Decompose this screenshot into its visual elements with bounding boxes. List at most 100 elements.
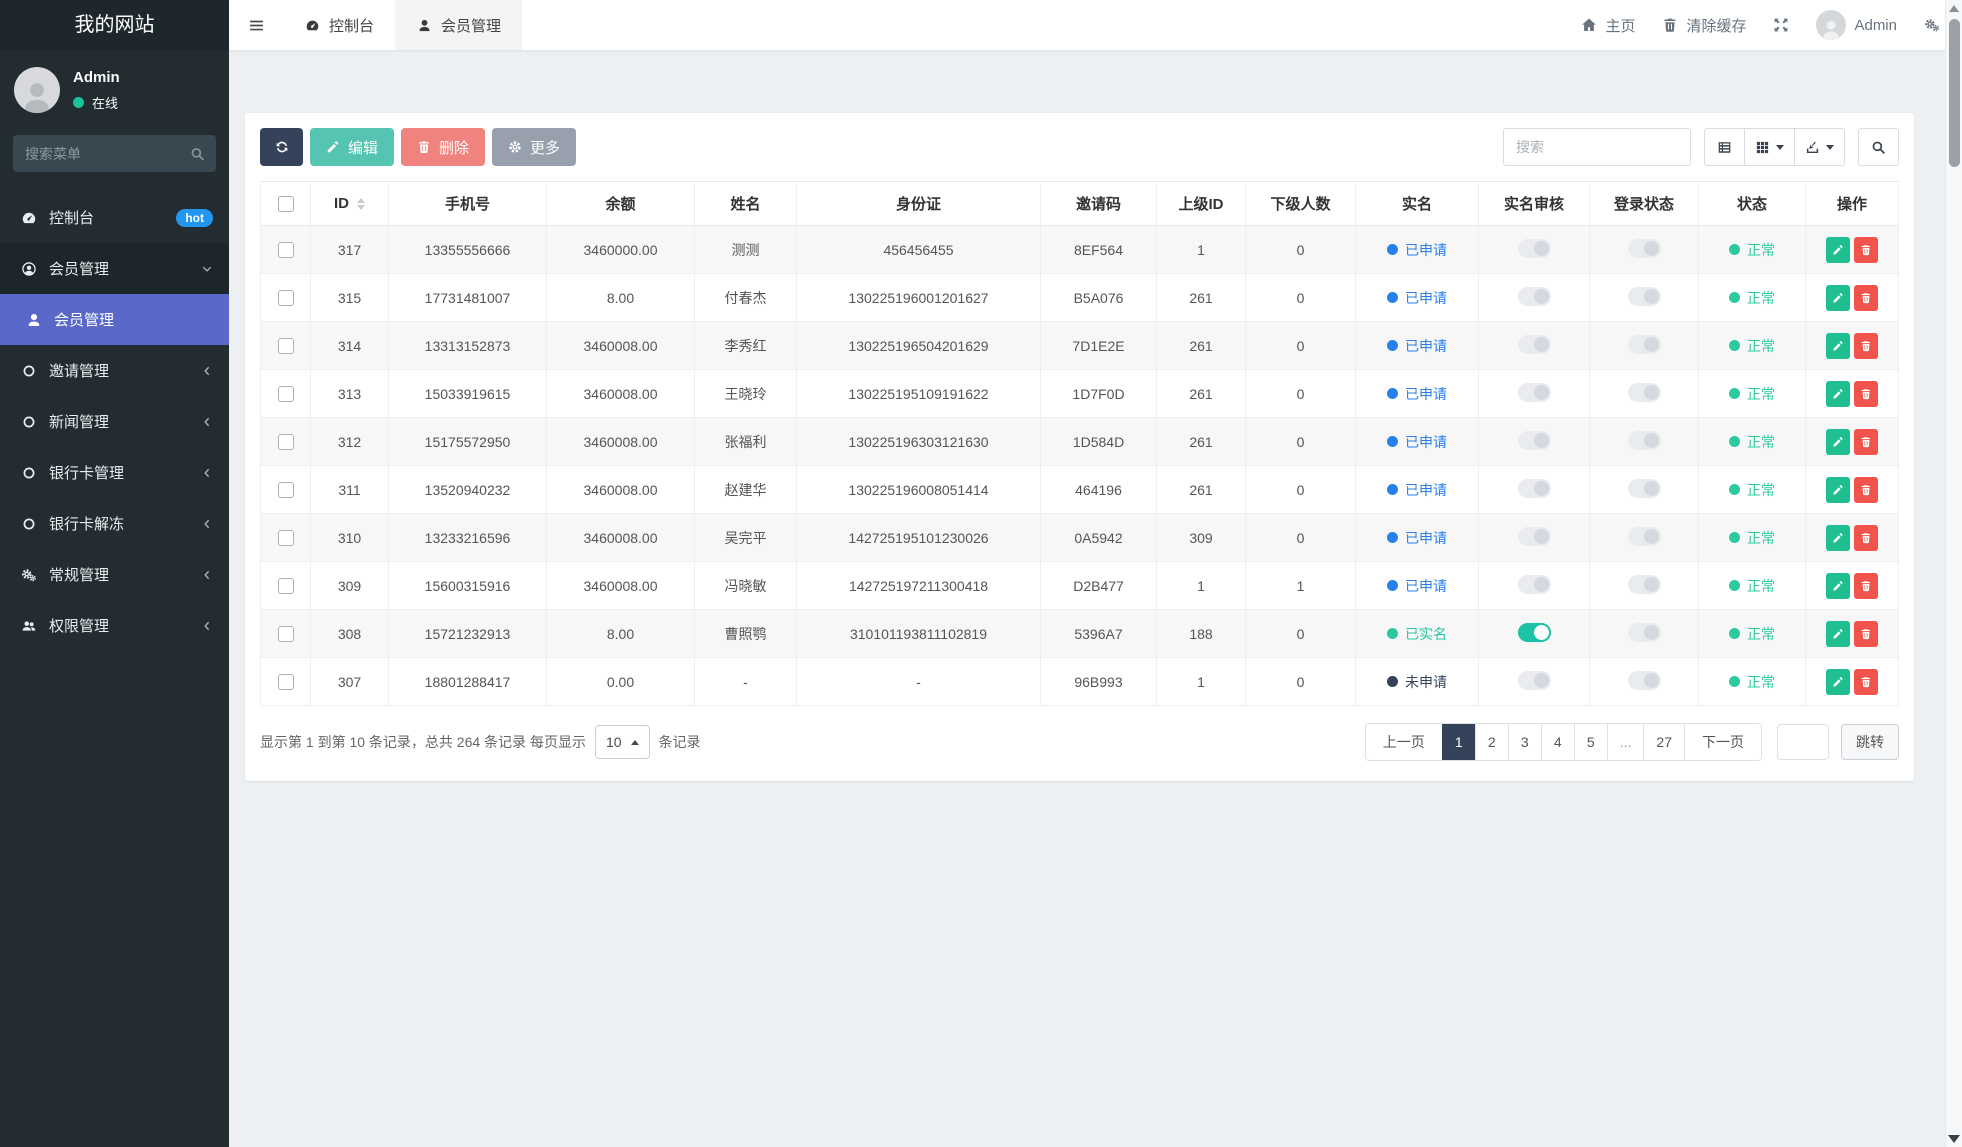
vertical-scrollbar[interactable]: [1945, 0, 1962, 1147]
more-button[interactable]: 更多: [492, 128, 576, 166]
delete-row-button[interactable]: [1854, 237, 1878, 263]
page-button-2[interactable]: 2: [1475, 724, 1508, 760]
real-name-audit-toggle[interactable]: [1518, 239, 1551, 258]
page-button-5[interactable]: 5: [1574, 724, 1607, 760]
row-checkbox[interactable]: [278, 386, 294, 402]
tab-members[interactable]: 会员管理: [395, 0, 522, 50]
sidebar-item-news[interactable]: 新闻管理: [0, 396, 229, 447]
prev-page-button[interactable]: 上一页: [1366, 724, 1442, 760]
select-all-checkbox[interactable]: [278, 196, 294, 212]
jump-button[interactable]: 跳转: [1841, 724, 1899, 760]
row-checkbox[interactable]: [278, 434, 294, 450]
real-name-audit-toggle[interactable]: [1518, 287, 1551, 306]
jump-page-input[interactable]: [1777, 724, 1829, 760]
delete-row-button[interactable]: [1854, 669, 1878, 695]
real-name-audit-toggle[interactable]: [1518, 335, 1551, 354]
sidebar-menu: 控制台hot会员管理会员管理邀请管理新闻管理银行卡管理银行卡解冻常规管理权限管理: [0, 192, 229, 651]
next-page-button[interactable]: 下一页: [1684, 724, 1761, 760]
columns-button[interactable]: [1745, 128, 1795, 166]
page-button-3[interactable]: 3: [1508, 724, 1541, 760]
scroll-down-icon[interactable]: [1948, 1135, 1960, 1143]
column-header[interactable]: ID: [311, 182, 389, 226]
delete-button[interactable]: 删除: [401, 128, 485, 166]
page-button-4[interactable]: 4: [1541, 724, 1574, 760]
login-status-toggle[interactable]: [1628, 575, 1661, 594]
refresh-button[interactable]: [260, 128, 303, 166]
delete-row-button[interactable]: [1854, 285, 1878, 311]
login-status-toggle[interactable]: [1628, 527, 1661, 546]
row-checkbox[interactable]: [278, 482, 294, 498]
delete-row-button[interactable]: [1854, 333, 1878, 359]
row-checkbox[interactable]: [278, 626, 294, 642]
real-name-audit-toggle[interactable]: [1518, 575, 1551, 594]
edit-row-button[interactable]: [1826, 333, 1850, 359]
chevron-left-icon: [201, 518, 213, 530]
sidebar-toggle-button[interactable]: [229, 0, 283, 50]
status-dot-icon: [1729, 436, 1740, 447]
delete-row-button[interactable]: [1854, 525, 1878, 551]
login-status-toggle[interactable]: [1628, 623, 1661, 642]
real-name-audit-toggle[interactable]: [1518, 431, 1551, 450]
search-submit-button[interactable]: [1858, 128, 1899, 166]
delete-row-button[interactable]: [1854, 477, 1878, 503]
edit-row-button[interactable]: [1826, 621, 1850, 647]
page-size-select[interactable]: 10: [595, 725, 650, 759]
row-checkbox[interactable]: [278, 290, 294, 306]
edit-row-button[interactable]: [1826, 237, 1850, 263]
row-checkbox[interactable]: [278, 530, 294, 546]
tab-console[interactable]: 控制台: [283, 0, 395, 50]
real-name-audit-toggle[interactable]: [1518, 671, 1551, 690]
delete-row-button[interactable]: [1854, 429, 1878, 455]
edit-row-button[interactable]: [1826, 477, 1850, 503]
edit-row-button[interactable]: [1826, 525, 1850, 551]
user-menu[interactable]: Admin: [1816, 10, 1897, 40]
detail-view-button[interactable]: [1704, 128, 1745, 166]
sidebar-item-bank-unfreeze[interactable]: 银行卡解冻: [0, 498, 229, 549]
menu-search-input[interactable]: [13, 135, 216, 172]
row-checkbox[interactable]: [278, 242, 294, 258]
sidebar-item-members-group[interactable]: 会员管理: [0, 243, 229, 294]
login-status-toggle[interactable]: [1628, 287, 1661, 306]
scrollbar-thumb[interactable]: [1949, 19, 1960, 167]
row-checkbox[interactable]: [278, 578, 294, 594]
login-status-toggle[interactable]: [1628, 479, 1661, 498]
table-header-row: ID手机号余额姓名身份证邀请码上级ID下级人数实名实名审核登录状态状态操作: [261, 182, 1899, 226]
fullscreen-button[interactable]: [1773, 17, 1789, 33]
edit-button[interactable]: 编辑: [310, 128, 394, 166]
login-status-toggle[interactable]: [1628, 671, 1661, 690]
sidebar-item-permissions[interactable]: 权限管理: [0, 600, 229, 651]
sidebar-item-members[interactable]: 会员管理: [0, 294, 229, 345]
sidebar-item-console[interactable]: 控制台hot: [0, 192, 229, 243]
page-button-27[interactable]: 27: [1643, 724, 1684, 760]
cell-sub-count: 0: [1246, 610, 1356, 658]
row-checkbox[interactable]: [278, 674, 294, 690]
sidebar-item-invites[interactable]: 邀请管理: [0, 345, 229, 396]
edit-row-button[interactable]: [1826, 669, 1850, 695]
login-status-toggle[interactable]: [1628, 335, 1661, 354]
export-button[interactable]: [1795, 128, 1845, 166]
delete-row-button[interactable]: [1854, 573, 1878, 599]
clear-cache-link[interactable]: 清除缓存: [1662, 15, 1746, 36]
settings-button[interactable]: [1924, 17, 1940, 33]
real-name-audit-toggle[interactable]: [1518, 527, 1551, 546]
edit-row-button[interactable]: [1826, 381, 1850, 407]
scroll-up-icon[interactable]: [1949, 5, 1959, 12]
page-button-1[interactable]: 1: [1442, 724, 1475, 760]
edit-row-button[interactable]: [1826, 573, 1850, 599]
table-search-input[interactable]: [1503, 128, 1691, 166]
login-status-toggle[interactable]: [1628, 239, 1661, 258]
sidebar-item-bank-cards[interactable]: 银行卡管理: [0, 447, 229, 498]
real-name-audit-toggle[interactable]: [1518, 479, 1551, 498]
delete-row-button[interactable]: [1854, 621, 1878, 647]
login-status-toggle[interactable]: [1628, 383, 1661, 402]
login-status-toggle[interactable]: [1628, 431, 1661, 450]
row-checkbox[interactable]: [278, 338, 294, 354]
edit-row-button[interactable]: [1826, 429, 1850, 455]
real-name-audit-toggle[interactable]: [1518, 623, 1551, 642]
delete-row-button[interactable]: [1854, 381, 1878, 407]
sidebar-item-general[interactable]: 常规管理: [0, 549, 229, 600]
chevron-left-icon: [201, 620, 213, 632]
home-link[interactable]: 主页: [1581, 15, 1635, 36]
real-name-audit-toggle[interactable]: [1518, 383, 1551, 402]
edit-row-button[interactable]: [1826, 285, 1850, 311]
